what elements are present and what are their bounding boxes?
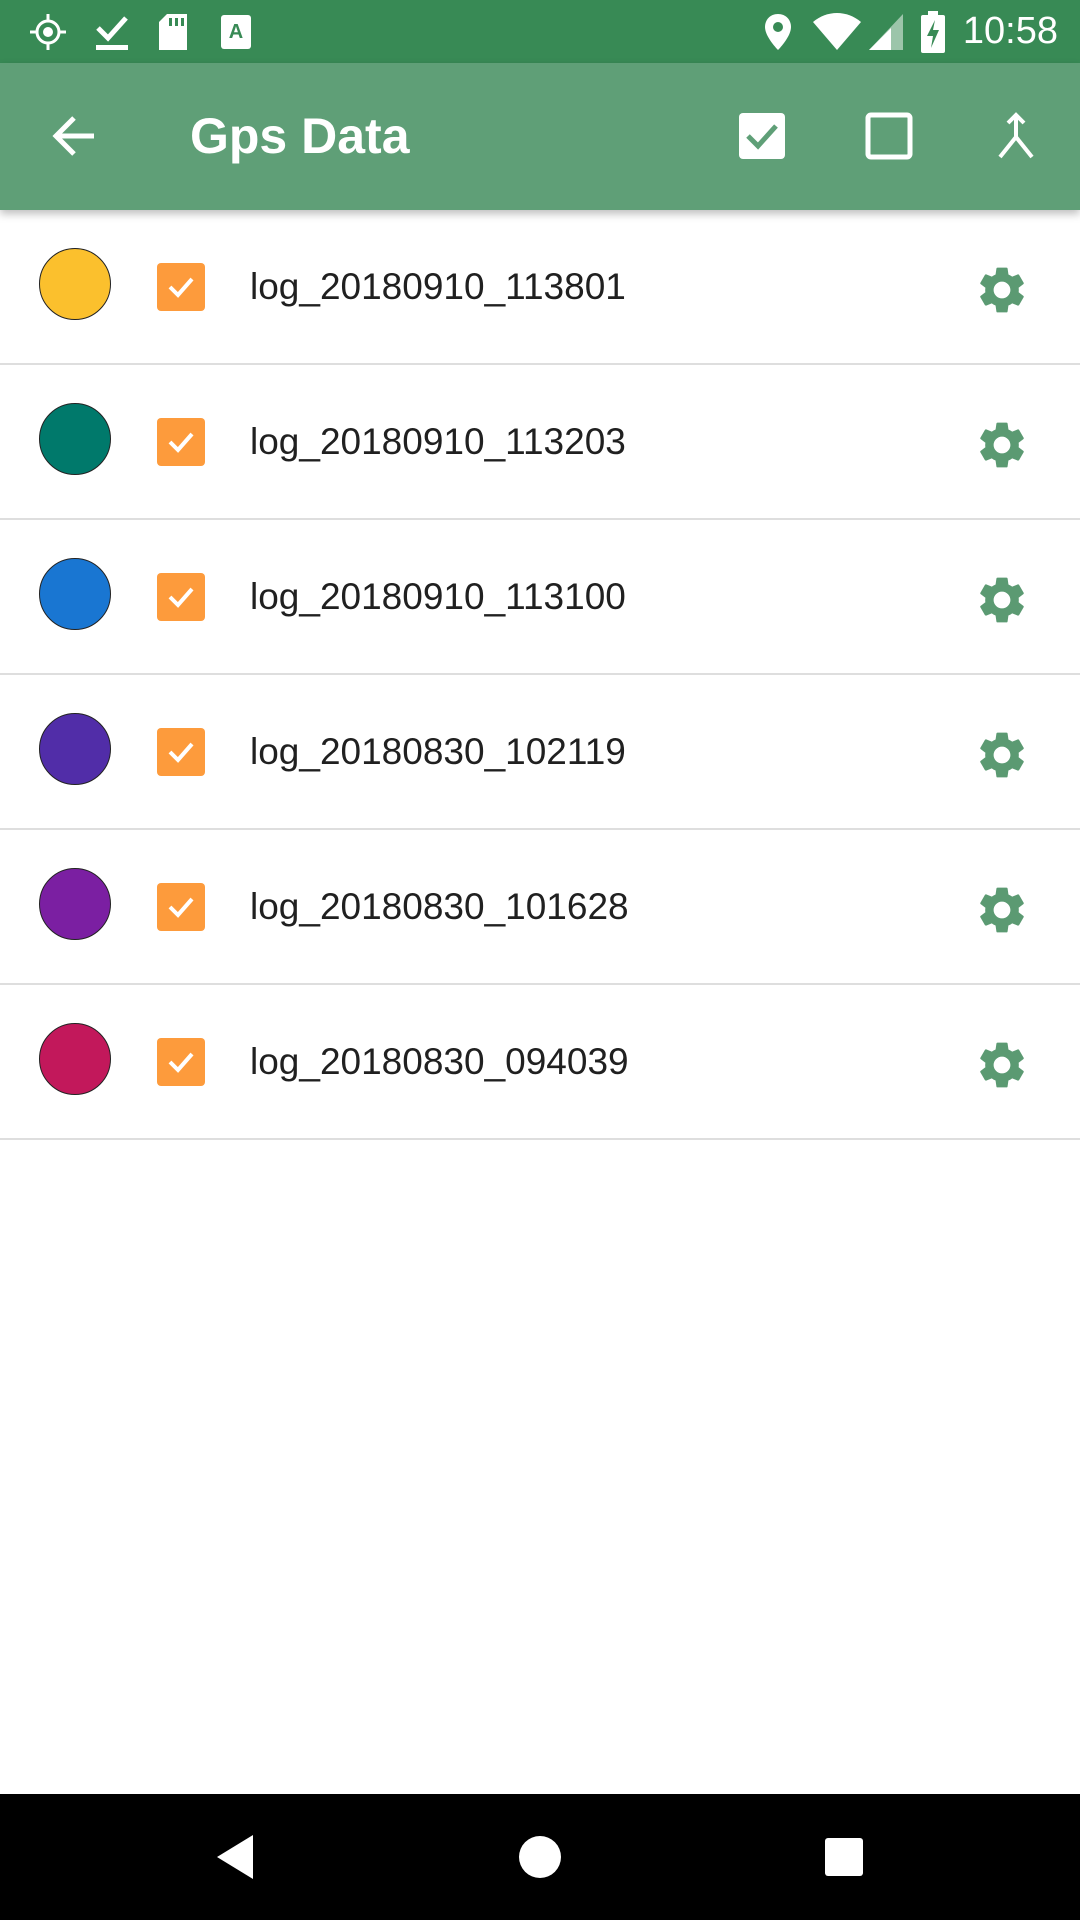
home-icon — [519, 1836, 561, 1878]
track-row[interactable]: log_20180910_113100 — [0, 520, 1080, 675]
gear-icon[interactable] — [972, 1035, 1032, 1095]
deselect-all-button[interactable] — [849, 96, 929, 176]
track-name: log_20180830_101628 — [250, 886, 629, 927]
download-done-icon — [92, 10, 132, 54]
nav-recents-button[interactable] — [804, 1817, 884, 1897]
status-bar: A 10:58 — [0, 0, 1080, 63]
recents-icon — [825, 1838, 863, 1876]
track-color-swatch[interactable] — [39, 868, 111, 940]
page-title: Gps Data — [190, 108, 410, 164]
track-row[interactable]: log_20180830_101628 — [0, 830, 1080, 985]
track-color-swatch[interactable] — [39, 403, 111, 475]
check-icon — [168, 587, 194, 608]
nav-back-button[interactable] — [195, 1817, 275, 1897]
track-name: log_20180910_113801 — [250, 266, 626, 307]
track-color-swatch[interactable] — [39, 713, 111, 785]
text-font-icon: A — [218, 10, 254, 54]
nav-home-button[interactable] — [500, 1817, 580, 1897]
track-checkbox[interactable] — [157, 728, 205, 776]
gear-icon[interactable] — [972, 725, 1032, 785]
battery-charging-icon — [918, 10, 948, 54]
track-color-swatch[interactable] — [39, 248, 111, 320]
track-color-swatch[interactable] — [39, 558, 111, 630]
track-list: log_20180910_113801 log_20180910_113203 … — [0, 210, 1080, 1140]
track-name: log_20180830_102119 — [250, 731, 626, 772]
status-time: 10:58 — [962, 10, 1058, 52]
gear-icon[interactable] — [972, 570, 1032, 630]
select-all-icon — [739, 113, 785, 159]
check-icon — [168, 742, 194, 763]
wifi-icon — [810, 10, 864, 54]
track-row[interactable]: log_20180910_113801 — [0, 210, 1080, 365]
check-icon — [168, 897, 194, 918]
back-button[interactable] — [34, 96, 114, 176]
track-checkbox[interactable] — [157, 263, 205, 311]
check-icon — [168, 277, 194, 298]
track-checkbox[interactable] — [157, 573, 205, 621]
svg-text:A: A — [229, 21, 243, 43]
track-name: log_20180830_094039 — [250, 1041, 629, 1082]
check-icon — [168, 1052, 194, 1073]
arrow-back-icon — [52, 116, 94, 156]
signal-icon — [866, 10, 906, 54]
location-pin-icon — [760, 10, 796, 54]
merge-icon — [998, 112, 1034, 159]
deselect-all-icon — [865, 112, 913, 160]
track-row[interactable]: log_20180830_102119 — [0, 675, 1080, 830]
track-name: log_20180910_113203 — [250, 421, 626, 462]
gear-icon[interactable] — [972, 260, 1032, 320]
location-target-icon — [26, 10, 70, 54]
navigation-bar — [0, 1794, 1080, 1920]
track-checkbox[interactable] — [157, 1038, 205, 1086]
back-icon — [217, 1835, 253, 1879]
track-color-swatch[interactable] — [39, 1023, 111, 1095]
track-row[interactable]: log_20180830_094039 — [0, 985, 1080, 1140]
gear-icon[interactable] — [972, 880, 1032, 940]
track-checkbox[interactable] — [157, 418, 205, 466]
app-bar: Gps Data — [0, 63, 1080, 210]
check-icon — [168, 432, 194, 453]
select-all-button[interactable] — [722, 96, 802, 176]
merge-button[interactable] — [976, 96, 1056, 176]
gear-icon[interactable] — [972, 415, 1032, 475]
track-name: log_20180910_113100 — [250, 576, 626, 617]
sd-card-icon — [155, 10, 191, 54]
track-checkbox[interactable] — [157, 883, 205, 931]
track-row[interactable]: log_20180910_113203 — [0, 365, 1080, 520]
screen: A 10:58 Gps Data log_20180910_113801 log… — [0, 0, 1080, 1920]
